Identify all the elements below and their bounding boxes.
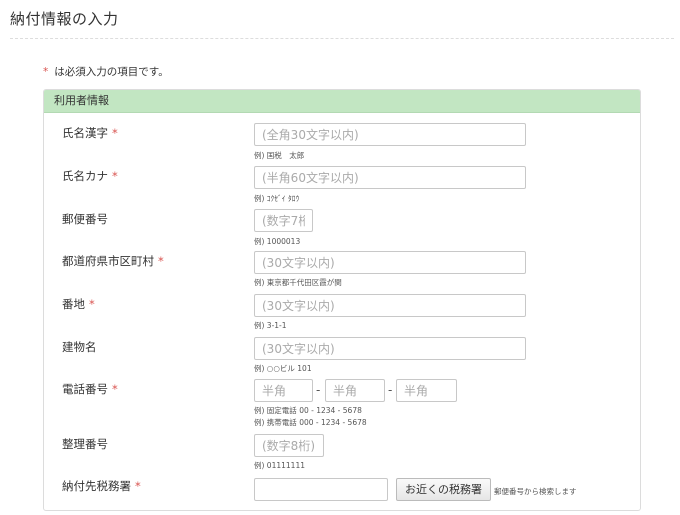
name-kanji-input[interactable] <box>254 123 526 146</box>
postal-code-label: 郵便番号 <box>62 212 108 226</box>
required-mark: * <box>112 382 118 396</box>
building-label: 建物名 <box>62 340 97 354</box>
phone-hint-mobile: 例) 携帯電話 000 - 1234 - 5678 <box>254 418 367 427</box>
name-kanji-label: 氏名漢字 * <box>62 126 118 140</box>
page-title: 納付情報の入力 <box>10 10 119 28</box>
reference-number-hint: 例) 01111111 <box>254 461 305 470</box>
address-city-label: 都道府県市区町村 * <box>62 254 164 268</box>
tax-office-button-note: 郵便番号から検索します <box>494 487 577 496</box>
required-mark: * <box>112 169 118 183</box>
required-mark: * <box>135 479 141 493</box>
postal-code-input[interactable] <box>254 209 313 232</box>
tax-office-label: 納付先税務署 * <box>62 479 141 493</box>
address-number-input[interactable] <box>254 294 526 317</box>
nearby-tax-office-button[interactable]: お近くの税務署 <box>396 478 491 501</box>
required-mark: * <box>112 126 118 140</box>
name-kanji-hint: 例) 国税 太郎 <box>254 151 305 160</box>
reference-number-input[interactable] <box>254 434 324 457</box>
phone-separator: - <box>316 383 321 397</box>
phone-part3-input[interactable] <box>396 379 457 402</box>
phone-part1-input[interactable] <box>254 379 313 402</box>
phone-hint-landline: 例) 固定電話 00 - 1234 - 5678 <box>254 406 362 415</box>
phone-label: 電話番号 * <box>62 382 118 396</box>
user-info-panel: 利用者情報 氏名漢字* 例) 国税 太郎 氏名カナ* 例) ｺｸｾﾞｲ ﾀﾛｳ … <box>43 89 641 511</box>
postal-code-hint: 例) 1000013 <box>254 237 301 246</box>
name-kana-input[interactable] <box>254 166 526 189</box>
name-kana-hint: 例) ｺｸｾﾞｲ ﾀﾛｳ <box>254 194 300 203</box>
phone-separator: - <box>388 383 393 397</box>
building-input[interactable] <box>254 337 526 360</box>
building-hint: 例) ○○ビル 101 <box>254 364 312 373</box>
phone-part2-input[interactable] <box>325 379 385 402</box>
panel-header: 利用者情報 <box>44 90 640 113</box>
address-number-hint: 例) 3-1-1 <box>254 321 287 330</box>
required-mark: * <box>158 254 164 268</box>
name-kana-label: 氏名カナ * <box>62 169 118 183</box>
address-number-label: 番地 * <box>62 297 95 311</box>
title-divider <box>10 38 674 39</box>
required-note-text: は必須入力の項目です。 <box>54 66 169 78</box>
required-mark: * <box>89 297 95 311</box>
required-note: * は必須入力の項目です。 <box>43 64 169 79</box>
address-city-hint: 例) 東京都千代田区霞が関 <box>254 278 342 287</box>
reference-number-label: 整理番号 <box>62 437 108 451</box>
address-city-input[interactable] <box>254 251 526 274</box>
tax-office-input[interactable] <box>254 478 388 501</box>
required-marker: * <box>43 66 49 78</box>
